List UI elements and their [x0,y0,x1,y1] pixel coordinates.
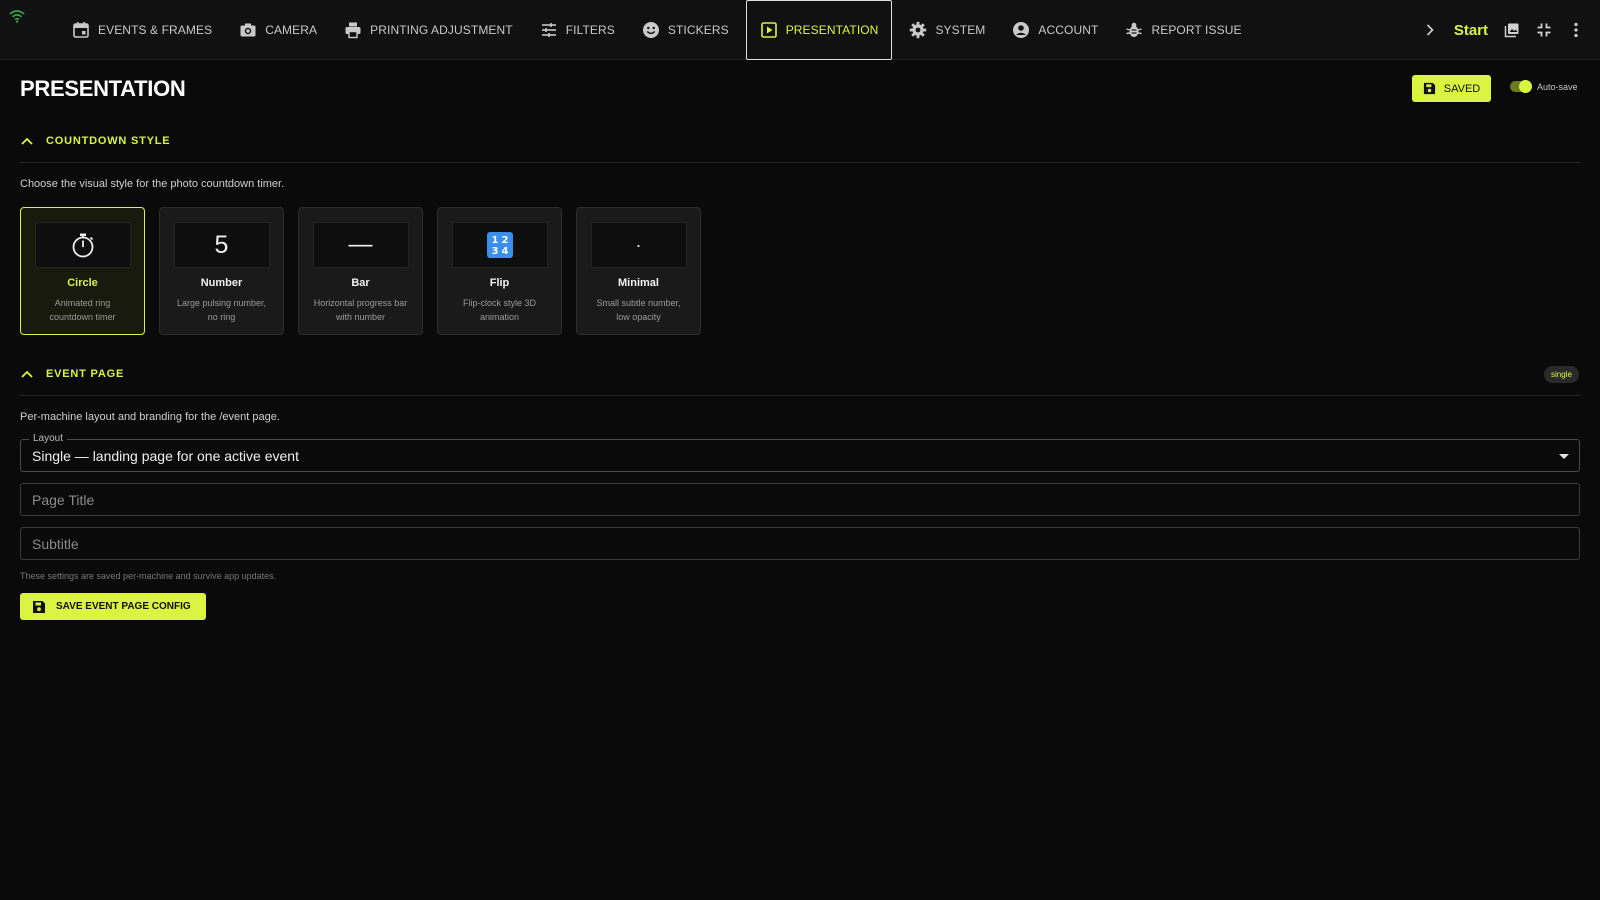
tab-events-frames[interactable]: EVENTS & FRAMES [62,0,222,60]
dropdown-arrow-icon [1559,454,1569,459]
option-description: Small subtle number, low opacity [596,298,681,322]
wifi-icon [9,10,25,23]
subtitle-field [20,527,1580,560]
countdown-style-options: Circle Animated ring countdown timer 5 N… [20,207,701,335]
option-description: Animated ring countdown timer [49,298,116,322]
account-icon [1013,22,1030,38]
chevron-right-icon[interactable] [1422,22,1438,38]
top-navigation-bar: EVENTS & FRAMES CAMERA PRINTING ADJUSTME… [0,0,1600,60]
autosave-toggle[interactable] [1510,80,1532,93]
save-icon [33,600,45,613]
tab-label: STICKERS [667,23,729,37]
layout-value: Single — landing page for one active eve… [32,448,299,464]
svg-text:2: 2 [501,235,508,246]
tab-system[interactable]: SYSTEM [899,0,995,60]
input-numbers-icon: 1 23 4 [486,232,513,258]
tab-filters[interactable]: FILTERS [530,0,625,60]
countdown-option-circle[interactable]: Circle Animated ring countdown timer [20,207,145,335]
autosave-control: Auto-save [1510,80,1578,93]
camera-icon [240,23,256,37]
bug-icon [1126,22,1143,37]
section-title: EVENT PAGE [46,368,125,380]
smiley-icon [642,22,659,38]
save-config-label: SAVE EVENT PAGE CONFIG [56,601,191,612]
tab-label: ACCOUNT [1038,23,1099,37]
tab-label: EVENTS & FRAMES [98,23,213,37]
sliders-icon [541,23,556,37]
save-icon [1423,82,1435,95]
layout-label: Layout [29,433,68,444]
top-right-controls: Start [1422,0,1584,60]
chevron-up-icon [21,137,33,145]
helper-text: These settings are saved per-machine and… [20,571,277,581]
countdown-style-header[interactable]: COUNTDOWN STYLE [20,135,170,147]
page-title: PRESENTATION [20,76,186,101]
event-page-header[interactable]: EVENT PAGE [20,368,124,380]
autosave-label: Auto-save [1537,81,1578,92]
tab-account[interactable]: ACCOUNT [1002,0,1108,60]
countdown-option-bar[interactable]: — Bar Horizontal progress bar with numbe… [298,207,423,335]
gear-icon [910,21,927,39]
page-title-input[interactable] [21,484,1579,515]
section-title: COUNTDOWN STYLE [46,135,171,147]
stopwatch-icon [72,233,93,258]
tab-label: PRINTING ADJUSTMENT [370,23,513,37]
calendar-icon [73,22,89,38]
play-square-icon [760,22,777,38]
gallery-icon[interactable] [1504,22,1520,38]
countdown-option-minimal[interactable]: · Minimal Small subtle number, low opaci… [576,207,701,335]
more-vertical-icon[interactable] [1568,22,1584,38]
page-title-field [20,483,1580,516]
tab-label: SYSTEM [935,23,986,37]
fullscreen-exit-icon[interactable] [1536,22,1552,38]
tab-report-issue[interactable]: REPORT ISSUE [1115,0,1251,60]
saved-button[interactable]: SAVED [1412,75,1491,102]
option-name: Flip [489,277,510,289]
start-button[interactable]: Start [1454,22,1488,39]
option-name: Bar [351,277,370,289]
layout-select[interactable]: Layout Single — landing page for one act… [20,433,1580,472]
svg-text:4: 4 [501,246,508,257]
option-name: Circle [67,277,98,289]
countdown-description: Choose the visual style for the photo co… [20,178,285,190]
layout-badge: single [1544,366,1579,383]
tab-stickers[interactable]: STICKERS [632,0,739,60]
option-name: Number [200,277,243,289]
tab-label: FILTERS [565,23,615,37]
section-divider [20,162,1580,163]
chevron-up-icon [21,370,33,378]
option-preview: · [590,222,687,268]
svg-text:1: 1 [491,235,498,246]
option-preview: 1234 [451,222,548,268]
option-preview: 5 [173,222,270,268]
svg-text:3: 3 [491,246,498,257]
nav-tabs: EVENTS & FRAMES CAMERA PRINTING ADJUSTME… [62,0,1259,60]
tab-label: CAMERA [265,23,318,37]
option-description: Horizontal progress bar with number [313,298,408,322]
option-preview [34,222,131,268]
printer-icon [345,22,361,39]
saved-label: SAVED [1443,82,1481,95]
option-description: Flip-clock style 3D animation [462,298,536,322]
save-event-page-config-button[interactable]: SAVE EVENT PAGE CONFIG [20,593,206,620]
tab-printing-adjustment[interactable]: PRINTING ADJUSTMENT [334,0,523,60]
option-description: Large pulsing number, no ring [176,298,267,322]
countdown-option-flip[interactable]: 1234 Flip Flip-clock style 3D animation [437,207,562,335]
tab-presentation[interactable]: PRESENTATION [745,0,893,60]
section-divider [20,395,1580,396]
tab-label: REPORT ISSUE [1151,23,1242,37]
tab-camera[interactable]: CAMERA [229,0,327,60]
tab-label: PRESENTATION [785,23,879,37]
option-preview: — [312,222,409,268]
option-name: Minimal [618,277,659,289]
subtitle-input[interactable] [21,528,1579,559]
event-page-description: Per-machine layout and branding for the … [20,411,280,423]
countdown-option-number[interactable]: 5 Number Large pulsing number, no ring [159,207,284,335]
